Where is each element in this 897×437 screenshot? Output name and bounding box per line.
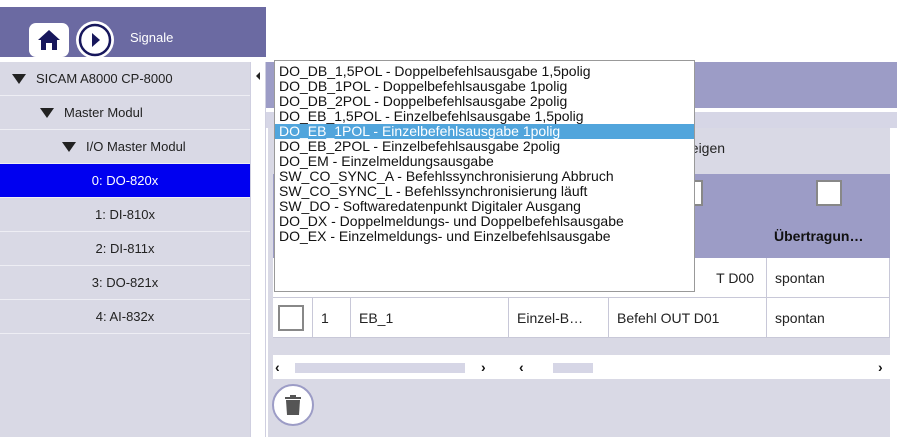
dropdown-option-highlighted[interactable]: DO_EB_1POL - Einzelbefehlsausgabe 1polig xyxy=(275,124,694,139)
scroll-thumb[interactable] xyxy=(295,363,465,373)
tree-item-label: SICAM A8000 CP-8000 xyxy=(36,71,173,86)
tree-item-label: Master Modul xyxy=(64,105,143,120)
dropdown-option[interactable]: DO_EM - Einzelmeldungsausgabe xyxy=(275,154,694,169)
scroll-left-icon[interactable]: ‹ xyxy=(275,359,280,375)
cell-transfer: spontan xyxy=(767,298,890,337)
sidebar-splitter[interactable] xyxy=(250,62,266,437)
tree-item-ai-832x[interactable]: 4: AI-832x xyxy=(0,300,250,334)
table-row[interactable]: 1 EB_1 Einzel-B… Befehl OUT D01 spontan xyxy=(273,298,890,338)
delete-button[interactable] xyxy=(272,384,314,426)
cell-checkbox xyxy=(273,298,313,337)
scroll-left-icon[interactable]: ‹ xyxy=(519,359,524,375)
scroll-right-icon[interactable]: › xyxy=(481,359,486,375)
dropdown-option[interactable]: SW_CO_SYNC_L - Befehlssynchronisierung l… xyxy=(275,184,694,199)
cell-type: Einzel-B… xyxy=(509,298,609,337)
play-button[interactable] xyxy=(76,21,114,59)
cell-transfer: spontan xyxy=(767,258,890,297)
home-button[interactable] xyxy=(29,23,69,57)
tree-item-io-master-modul[interactable]: I/O Master Modul xyxy=(0,130,250,164)
expand-triangle-icon[interactable] xyxy=(12,73,26,84)
app-title: Signale xyxy=(130,30,174,45)
tree-item-sicam[interactable]: SICAM A8000 CP-8000 xyxy=(0,62,250,96)
tree-item-label: 1: DI-810x xyxy=(95,207,155,222)
tree-item-di-811x[interactable]: 2: DI-811x xyxy=(0,232,250,266)
expand-triangle-icon[interactable] xyxy=(62,141,76,152)
trash-icon xyxy=(285,395,301,415)
tree-item-do-821x[interactable]: 3: DO-821x xyxy=(0,266,250,300)
title-bar: Signale xyxy=(0,7,266,59)
column-header-transfer[interactable]: Übertragun… xyxy=(774,228,863,244)
tree-item-di-810x[interactable]: 1: DI-810x xyxy=(0,198,250,232)
row-checkbox[interactable] xyxy=(278,304,304,331)
dropdown-option[interactable]: SW_DO - Softwaredatenpunkt Digitaler Aus… xyxy=(275,199,694,214)
tree-item-label: 2: DI-811x xyxy=(95,241,155,256)
dropdown-option[interactable]: DO_DB_1,5POL - Doppelbefehlsausgabe 1,5p… xyxy=(275,64,694,79)
dropdown-option[interactable]: DO_EB_1,5POL - Einzelbefehlsausgabe 1,5p… xyxy=(275,109,694,124)
scroll-separator xyxy=(273,345,890,355)
dropdown-option[interactable]: DO_EB_2POL - Einzelbefehlsausgabe 2polig xyxy=(275,139,694,154)
scroll-thumb[interactable] xyxy=(553,363,593,373)
tree-item-label: 0: DO-820x xyxy=(91,173,159,188)
expand-triangle-icon[interactable] xyxy=(40,107,54,118)
home-icon xyxy=(38,30,60,50)
tree-item-label: I/O Master Modul xyxy=(86,139,186,154)
top-bar: Signale xyxy=(0,0,897,62)
tree-item-label: 4: AI-832x xyxy=(95,309,155,324)
dropdown-option[interactable]: DO_DX - Doppelmeldungs- und Doppelbefehl… xyxy=(275,214,694,229)
play-icon xyxy=(78,23,112,57)
dropdown-option[interactable]: DO_EX - Einzelmeldungs- und Einzelbefehl… xyxy=(275,229,694,244)
collapse-arrow-icon[interactable] xyxy=(256,72,260,80)
header-checkbox[interactable] xyxy=(816,180,842,206)
sidebar-tree: SICAM A8000 CP-8000 Master Modul I/O Mas… xyxy=(0,62,250,437)
tree-item-do-820x[interactable]: 0: DO-820x xyxy=(0,164,250,198)
dropdown-option[interactable]: SW_CO_SYNC_A - Befehlssynchronisierung A… xyxy=(275,169,694,184)
tree-item-master-modul[interactable]: Master Modul xyxy=(0,96,250,130)
cell-name: EB_1 xyxy=(351,298,509,337)
tree-item-label: 3: DO-821x xyxy=(91,275,159,290)
signal-type-dropdown[interactable]: DO_DB_1,5POL - Doppelbefehlsausgabe 1,5p… xyxy=(274,60,695,292)
cell-num: 1 xyxy=(313,298,351,337)
dropdown-option[interactable]: DO_DB_1POL - Doppelbefehlsausgabe 1polig xyxy=(275,79,694,94)
cell-object: Befehl OUT D01 xyxy=(609,298,767,337)
scroll-right-icon[interactable]: › xyxy=(878,359,883,375)
horizontal-scrollbar[interactable]: ‹ › ‹ › xyxy=(273,355,890,379)
dropdown-option[interactable]: DO_DB_2POL - Doppelbefehlsausgabe 2polig xyxy=(275,94,694,109)
